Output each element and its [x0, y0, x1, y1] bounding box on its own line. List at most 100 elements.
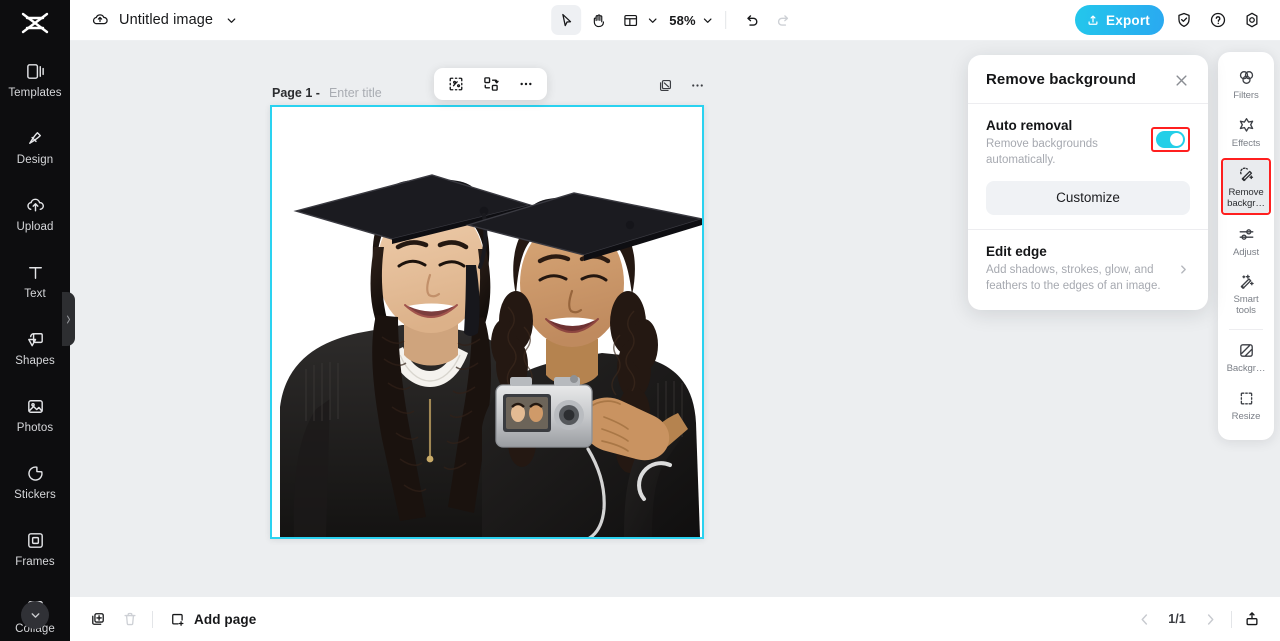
- sidebar-item-stickers[interactable]: Stickers: [0, 448, 70, 515]
- upload-cloud-icon: [25, 195, 46, 216]
- sidebar-item-label: Photos: [16, 421, 54, 434]
- sidebar-item-label: Templates: [8, 86, 62, 99]
- right-rail-item-filters[interactable]: Filters: [1223, 62, 1269, 106]
- sidebar-item-upload[interactable]: Upload: [0, 180, 70, 247]
- photo-icon: [25, 396, 46, 417]
- layout-tool-button[interactable]: [615, 5, 659, 35]
- right-rail-item-remove-background[interactable]: Remove backgr…: [1223, 160, 1269, 214]
- replace-media-icon[interactable]: [481, 75, 500, 94]
- sidebar-item-frames[interactable]: Frames: [0, 515, 70, 582]
- right-rail-item-resize[interactable]: Resize: [1223, 384, 1269, 428]
- prev-page-button[interactable]: [1133, 608, 1155, 630]
- security-shield-button[interactable]: [1170, 6, 1198, 34]
- frames-icon: [25, 530, 46, 551]
- page-title-input[interactable]: [324, 83, 395, 103]
- more-dots-icon[interactable]: [688, 76, 706, 94]
- sidebar-collapse-button[interactable]: [21, 601, 49, 629]
- sticker-icon: [25, 463, 46, 484]
- sidebar-item-photos[interactable]: Photos: [0, 381, 70, 448]
- customize-button[interactable]: Customize: [986, 180, 1190, 215]
- bottombar-divider-2: [1231, 610, 1232, 628]
- right-rail-label: Resize: [1231, 411, 1261, 423]
- auto-removal-toggle-highlight: [1151, 127, 1190, 152]
- right-tools-rail: Filters Effects Remove backgr… Adjust Sm…: [1218, 52, 1274, 440]
- edit-edge-section[interactable]: Edit edge Add shadows, strokes, glow, an…: [986, 230, 1190, 295]
- auto-removal-toggle[interactable]: [1156, 131, 1185, 148]
- auto-removal-section: Auto removal Remove backgrounds automati…: [986, 104, 1190, 215]
- right-rail-divider: [1229, 328, 1263, 330]
- right-rail-item-background[interactable]: Backgr…: [1223, 336, 1269, 380]
- sidebar-item-templates[interactable]: Templates: [0, 46, 70, 113]
- panel-header: Remove background: [986, 71, 1190, 89]
- image-floating-toolbar: [434, 68, 547, 100]
- duplicate-layer-icon[interactable]: [656, 76, 674, 94]
- filters-circles-icon: [1237, 68, 1256, 87]
- page-label-group: Page 1 -: [272, 83, 395, 103]
- graduation-selfie-image[interactable]: [272, 107, 702, 537]
- zoom-level-value: 58%: [669, 12, 696, 28]
- next-page-button[interactable]: [1199, 608, 1221, 630]
- cutout-select-icon[interactable]: [446, 75, 465, 94]
- panel-title: Remove background: [986, 71, 1137, 88]
- redo-button[interactable]: [769, 5, 799, 35]
- page-indicator: 1/1: [1168, 612, 1186, 626]
- sidebar-item-design[interactable]: Design: [0, 113, 70, 180]
- chevron-right-icon: [65, 313, 72, 326]
- canvas-page[interactable]: [270, 105, 704, 539]
- sidebar-item-label: Frames: [15, 555, 55, 568]
- remove-background-panel: Remove background Auto removal Remove ba…: [968, 55, 1208, 311]
- design-icon: [25, 128, 46, 149]
- zoom-level-control[interactable]: 58%: [661, 13, 714, 28]
- bottom-bar: Add page 1/1: [70, 596, 1280, 641]
- templates-icon: [25, 61, 46, 82]
- chevron-down-icon: [646, 14, 659, 27]
- sidebar-expand-tab[interactable]: [62, 292, 75, 346]
- close-x-icon[interactable]: [1173, 72, 1190, 89]
- smart-tools-wand-icon: [1237, 272, 1256, 291]
- document-title-dropdown[interactable]: [222, 11, 241, 30]
- document-title-group: Untitled image: [70, 10, 241, 30]
- sidebar-item-label: Design: [16, 153, 54, 166]
- help-button[interactable]: [1204, 6, 1232, 34]
- right-rail-item-adjust[interactable]: Adjust: [1223, 219, 1269, 263]
- toggle-knob: [1170, 133, 1183, 146]
- sidebar-item-label: Shapes: [15, 354, 55, 367]
- adjust-sliders-icon: [1237, 225, 1256, 244]
- right-rail-label: Adjust: [1232, 247, 1260, 259]
- undo-button[interactable]: [737, 5, 767, 35]
- add-page-label: Add page: [194, 611, 257, 627]
- delete-page-icon[interactable]: [120, 609, 140, 629]
- chevron-down-icon: [29, 609, 42, 622]
- edit-edge-title: Edit edge: [986, 243, 1047, 259]
- effects-star-icon: [1237, 116, 1256, 135]
- export-button-label: Export: [1106, 12, 1150, 28]
- duplicate-page-icon[interactable]: [88, 609, 108, 629]
- capcut-logo-icon[interactable]: [13, 12, 57, 34]
- document-title[interactable]: Untitled image: [119, 12, 213, 28]
- add-page-icon: [167, 609, 187, 629]
- remove-background-highlight: Remove backgr…: [1221, 158, 1271, 216]
- add-page-button[interactable]: Add page: [165, 605, 258, 633]
- sidebar-item-text[interactable]: Text: [0, 247, 70, 314]
- sidebar-item-shapes[interactable]: Shapes: [0, 314, 70, 381]
- capcut-editor-app: Templates Design Upload Text Shapes Phot…: [0, 0, 1280, 641]
- chevron-right-icon: [1177, 263, 1190, 276]
- export-button[interactable]: Export: [1075, 5, 1164, 35]
- export-box-icon[interactable]: [1242, 609, 1262, 629]
- left-sidebar: Templates Design Upload Text Shapes Phot…: [0, 0, 70, 641]
- page-number-label: Page 1 -: [272, 86, 320, 100]
- settings-gear-button[interactable]: [1238, 6, 1266, 34]
- page-actions-group: Add page: [70, 605, 258, 633]
- resize-icon: [1237, 389, 1256, 408]
- right-rail-label: Effects: [1231, 137, 1261, 149]
- page-navigation-group: 1/1: [1133, 608, 1280, 630]
- right-rail-item-effects[interactable]: Effects: [1223, 110, 1269, 154]
- more-dots-icon[interactable]: [516, 75, 535, 94]
- background-fill-icon: [1237, 341, 1256, 360]
- select-tool-button[interactable]: [551, 5, 582, 35]
- sidebar-items: Templates Design Upload Text Shapes Phot…: [0, 46, 70, 641]
- right-rail-item-smart-tools[interactable]: Smart tools: [1223, 267, 1269, 320]
- hand-tool-button[interactable]: [583, 5, 613, 35]
- sidebar-item-label: Upload: [16, 220, 54, 233]
- remove-background-wand-icon: [1237, 165, 1256, 184]
